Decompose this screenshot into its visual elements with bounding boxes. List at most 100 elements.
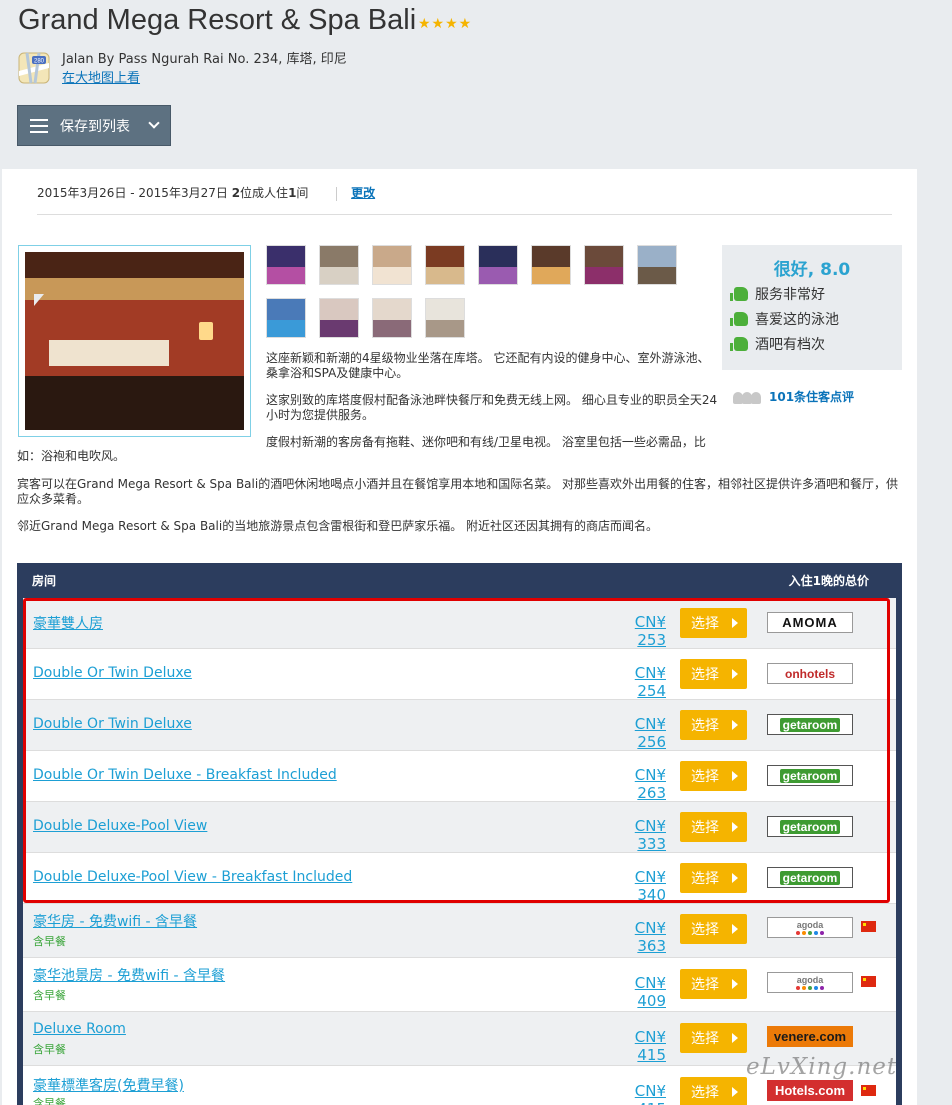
view-large-map-link[interactable]: 在大地图上看 [62,67,140,86]
rating-highlight: 酒吧有档次 [730,334,825,354]
room-price[interactable]: CN¥ 256 [604,715,666,751]
table-row: 豪华池景房 - 免费wifi - 含早餐 含早餐 CN¥ 409 选择 agod… [23,958,896,1012]
select-button[interactable]: 选择 [680,659,747,689]
room-label: 间 [296,186,309,200]
room-name-link[interactable]: 豪華標準客房(免費早餐) [33,1075,184,1095]
room-name-link[interactable]: 豪华房 - 免费wifi - 含早餐 [33,911,197,931]
partner-logo-getaroom[interactable]: getaroom [767,765,853,786]
photo-thumbnail[interactable] [319,245,359,285]
header-room: 房间 [32,574,57,588]
china-flag-icon [861,976,876,987]
room-name-link[interactable]: Double Deluxe-Pool View - Breakfast Incl… [33,869,352,885]
room-name-link[interactable]: Double Or Twin Deluxe - Breakfast Includ… [33,767,337,783]
partner-logo-getaroom[interactable]: getaroom [767,867,853,888]
partner-logo-getaroom[interactable]: getaroom [767,816,853,837]
hotel-header: Grand Mega Resort & Spa Bali ★★★★ 280 Ja… [0,0,952,165]
list-icon [30,118,48,133]
photo-thumbnail[interactable] [266,245,306,285]
meal-plan-label: 含早餐 [33,989,66,1002]
select-button[interactable]: 选择 [680,1077,747,1105]
table-row: 豪華雙人房 CN¥ 253 选择 AMOMA [23,598,896,649]
room-name-link[interactable]: 豪华池景房 - 免费wifi - 含早餐 [33,965,225,985]
select-button[interactable]: 选择 [680,914,747,944]
room-name-link[interactable]: 豪華雙人房 [33,613,103,633]
room-price[interactable]: CN¥ 415 [604,1028,666,1064]
partner-logo-amoma[interactable]: AMOMA [767,612,853,633]
room-name-link[interactable]: Double Or Twin Deluxe [33,716,192,732]
arrow-right-icon [732,771,738,781]
photo-thumbnail[interactable] [425,298,465,338]
photo-thumbnail[interactable] [478,245,518,285]
meal-plan-label: 含早餐 [33,1043,66,1056]
divider [37,214,892,215]
hotel-room-image [25,252,244,430]
save-to-list-button[interactable]: 保存到列表 [17,105,171,146]
table-row: Double Or Twin Deluxe CN¥ 254 选择 onhotel… [23,649,896,700]
thumbs-up-icon [730,287,748,301]
room-price[interactable]: CN¥ 333 [604,817,666,853]
rating-box-pointer [34,294,44,306]
photo-thumbnail[interactable] [425,245,465,285]
china-flag-icon [861,921,876,932]
partner-logo-venere[interactable]: venere.com [767,1026,853,1047]
select-button[interactable]: 选择 [680,863,747,893]
description-paragraph: 邻近Grand Mega Resort & Spa Bali的当地旅游景点包含雷… [17,519,659,533]
select-button[interactable]: 选择 [680,608,747,638]
photo-thumbnail[interactable] [372,245,412,285]
save-to-list-label: 保存到列表 [60,118,130,135]
photo-thumbnail[interactable] [372,298,412,338]
arrow-right-icon [732,924,738,934]
guest-rating-box: 很好, 8.0 服务非常好 喜爱这的泳池 酒吧有档次 [722,245,902,370]
partner-logo-getaroom[interactable]: getaroom [767,714,853,735]
room-price[interactable]: CN¥ 363 [604,919,666,955]
thumbs-up-icon [730,312,748,326]
room-name-link[interactable]: Deluxe Room [33,1021,126,1037]
meal-plan-label: 含早餐 [33,1097,66,1105]
select-button[interactable]: 选择 [680,969,747,999]
room-price[interactable]: CN¥ 253 [604,613,666,649]
description-paragraph: 度假村新潮的客房备有拖鞋、迷你吧和有线/卫星电视。 浴室里包括一些必需品，比 [266,435,706,449]
photo-thumbnail[interactable] [584,245,624,285]
select-button[interactable]: 选择 [680,812,747,842]
meal-plan-label: 含早餐 [33,935,66,948]
reviews-link[interactable]: 101条住客点评 [733,388,854,405]
guest-count: 2 [231,186,241,200]
photo-thumbnail[interactable] [266,298,306,338]
room-price[interactable]: CN¥ 263 [604,766,666,802]
star-rating: ★★★★ [418,16,473,32]
reviews-count: 101条住客点评 [769,390,855,404]
room-price[interactable]: CN¥ 254 [604,664,666,700]
partner-logo-agoda[interactable]: agoda [767,917,853,938]
table-row: Double Deluxe-Pool View CN¥ 333 选择 getar… [23,802,896,853]
hotel-name: Grand Mega Resort & Spa Bali [18,4,417,36]
hotel-address: Jalan By Pass Ngurah Rai No. 234, 库塔, 印尼 [62,52,347,67]
arrow-right-icon [732,1033,738,1043]
partner-logo-hotels-com[interactable]: Hotels.com [767,1080,853,1101]
room-price[interactable]: CN¥ 409 [604,974,666,1010]
description-paragraph: 如：浴袍和电吹风。 [17,449,126,463]
photo-thumbnail[interactable] [531,245,571,285]
partner-logo-onhotels[interactable]: onhotels [767,663,853,684]
description-paragraph: 这家别致的库塔度假村配备泳池畔快餐厅和免费无线上网。 细心且专业的职员全天24小… [266,393,718,422]
main-hotel-photo[interactable] [18,245,251,437]
room-price[interactable]: CN¥ 415 [604,1082,666,1105]
arrow-right-icon [732,822,738,832]
room-name-link[interactable]: Double Or Twin Deluxe [33,665,192,681]
arrow-right-icon [732,720,738,730]
room-price[interactable]: CN¥ 340 [604,868,666,904]
select-button[interactable]: 选择 [680,710,747,740]
partner-logo-agoda[interactable]: agoda [767,972,853,993]
select-button[interactable]: 选择 [680,761,747,791]
arrow-right-icon [732,873,738,883]
arrow-right-icon [732,669,738,679]
select-button[interactable]: 选择 [680,1023,747,1053]
thumbs-up-icon [730,337,748,351]
map-icon[interactable]: 280 [17,51,51,85]
svg-text:280: 280 [34,59,45,65]
stay-dates: 2015年3月26日 - 2015年3月27日 [37,186,228,200]
photo-thumbnail[interactable] [637,245,677,285]
room-name-link[interactable]: Double Deluxe-Pool View [33,818,207,834]
photo-thumbnail[interactable] [319,298,359,338]
change-dates-link[interactable]: 更改 [351,186,375,200]
arrow-right-icon [732,618,738,628]
